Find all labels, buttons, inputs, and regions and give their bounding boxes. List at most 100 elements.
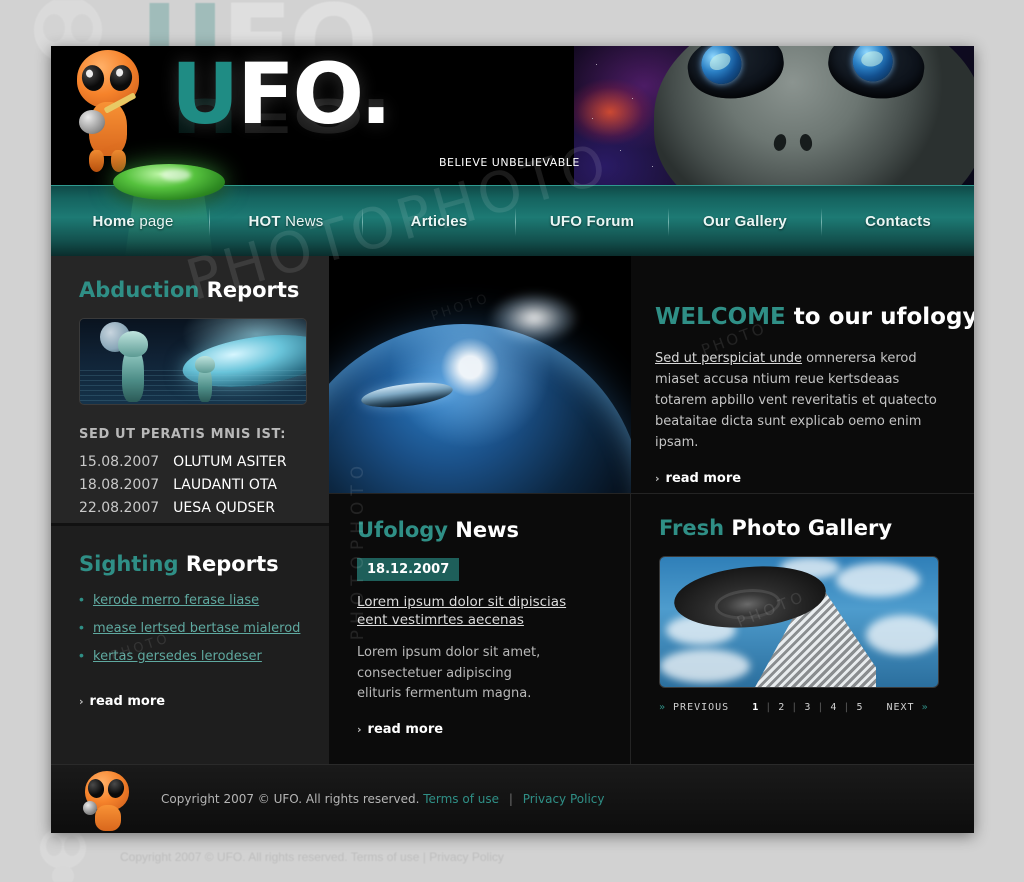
footer-text: Copyright 2007 © UFO. All rights reserve… xyxy=(161,792,604,806)
welcome-inline-link[interactable]: Sed ut perspiciat unde xyxy=(655,351,802,366)
nav-label-bold: Articles xyxy=(410,213,468,230)
next-arrow-icon: » xyxy=(921,702,929,713)
alien-eye-right xyxy=(824,46,928,105)
news-date-badge: 18.12.2007 xyxy=(357,558,460,581)
ghost-footer-text: Copyright 2007 © UFO. All rights reserve… xyxy=(120,850,504,864)
gallery-photo[interactable] xyxy=(659,556,939,688)
alien-mascot-icon xyxy=(69,50,155,175)
left-sidebar: Abduction Reports SED UT PERATIS MNIS IS… xyxy=(51,256,329,764)
entry-title: OLUTUM ASITER xyxy=(173,454,287,470)
nav-item-contacts[interactable]: Contacts xyxy=(865,213,931,230)
sighting-read-more-link[interactable]: › read more xyxy=(79,694,165,709)
copyright-text: Copyright 2007 © UFO. All rights reserve… xyxy=(161,792,420,806)
ufology-news-panel: Ufology News 18.12.2007 Lorem ipsum dolo… xyxy=(329,494,631,764)
page-separator: | xyxy=(791,702,799,713)
abduction-list-caption: SED UT PERATIS MNIS IST: xyxy=(79,427,287,442)
nav-label-bold: Home xyxy=(92,213,135,230)
sighting-links-list: kerode merro ferase liase mease lertsed … xyxy=(79,591,305,664)
title-accent-part: WELCOME xyxy=(655,304,786,330)
nav-item-home-page[interactable]: Home page xyxy=(92,213,173,230)
title-accent-part: Fresh xyxy=(659,516,725,540)
logo-dot: . xyxy=(360,46,392,143)
read-more-label: read more xyxy=(367,721,444,737)
welcome-text-block: WELCOME to our ufology site! Sed ut pers… xyxy=(631,256,974,493)
previous-arrow-icon: » xyxy=(659,702,667,713)
title-rest-part: News xyxy=(447,518,519,542)
read-more-label: read more xyxy=(89,694,166,709)
nav-item-articles[interactable]: Articles xyxy=(411,213,468,230)
sighting-reports-title: Sighting Reports xyxy=(79,552,305,576)
chevron-right-icon: › xyxy=(79,695,84,708)
page-separator: | xyxy=(843,702,851,713)
entry-date: 18.08.2007 xyxy=(79,477,160,493)
nav-label-light: page xyxy=(134,213,174,230)
list-item: mease lertsed bertase mialerod xyxy=(79,619,305,636)
page-number-5[interactable]: 5 xyxy=(856,702,863,713)
page-separator: | xyxy=(765,702,773,713)
page-number-4[interactable]: 4 xyxy=(830,702,837,713)
nav-label-bold: Contacts xyxy=(865,213,931,230)
welcome-title: WELCOME to our ufology site! xyxy=(655,304,974,330)
list-item[interactable]: 15.08.2007 OLUTUM ASITER xyxy=(79,454,305,470)
alien-face-image xyxy=(644,46,974,185)
alien-eye-left xyxy=(684,46,788,105)
title-rest-part: to our ufology site! xyxy=(793,304,974,330)
title-accent-part: Ufology xyxy=(357,518,448,542)
previous-button[interactable]: PREVIOUS xyxy=(673,702,729,713)
nav-label-light: News xyxy=(280,213,324,230)
abduction-image[interactable] xyxy=(79,318,307,405)
news-body-text: Lorem ipsum dolor sit amet, consectetuer… xyxy=(357,645,541,701)
title-rest-part: Reports xyxy=(178,552,279,576)
lower-sections: Ufology News 18.12.2007 Lorem ipsum dolo… xyxy=(329,494,974,764)
ufology-news-title: Ufology News xyxy=(357,518,608,542)
abduction-reports-panel: Abduction Reports SED UT PERATIS MNIS IS… xyxy=(51,256,329,523)
page-separator: | xyxy=(817,702,825,713)
site-container: UFO. UFO. BELIEVE UNBELIEVABLE Home page… xyxy=(51,46,974,833)
page-number-list: 1 | 2 | 3 | 4 | 5 xyxy=(752,702,863,713)
welcome-section: WELCOME to our ufology site! Sed ut pers… xyxy=(329,256,974,494)
earth-reflection-icon xyxy=(698,46,745,87)
list-item: kerode merro ferase liase xyxy=(79,591,305,608)
terms-of-use-link[interactable]: Terms of use xyxy=(423,792,499,806)
page-content: Abduction Reports SED UT PERATIS MNIS IS… xyxy=(51,256,974,764)
main-column: WELCOME to our ufology site! Sed ut pers… xyxy=(329,256,974,764)
privacy-policy-link[interactable]: Privacy Policy xyxy=(523,792,605,806)
earth-reflection-icon xyxy=(850,46,896,85)
photo-gallery-title: Fresh Photo Gallery xyxy=(659,516,974,540)
ghost-footer-alien-icon xyxy=(28,826,98,882)
gallery-pagination: » PREVIOUS 1 | 2 | 3 | 4 | 5 NEXT » xyxy=(659,702,974,713)
site-header: UFO. UFO. BELIEVE UNBELIEVABLE xyxy=(51,46,974,185)
nav-item-our-gallery[interactable]: Our Gallery xyxy=(703,213,787,230)
footer-alien-mascot-icon xyxy=(75,767,141,831)
main-navigation: Home page HOT News Articles UFO Forum Ou… xyxy=(51,186,974,257)
sun-glow xyxy=(489,292,579,344)
sighting-link[interactable]: kerode merro ferase liase xyxy=(93,593,259,608)
welcome-read-more-link[interactable]: › read more xyxy=(655,471,741,486)
page-number-3[interactable]: 3 xyxy=(804,702,811,713)
site-logo[interactable]: UFO. xyxy=(171,52,392,136)
photo-gallery-panel: Fresh Photo Gallery » PREVIOUS 1 | 2 | 3… xyxy=(631,494,974,764)
news-read-more-link[interactable]: › read more xyxy=(357,722,443,737)
title-rest-part: Reports xyxy=(199,278,300,302)
abduction-date-list: 15.08.2007 OLUTUM ASITER 18.08.2007 LAUD… xyxy=(79,454,305,516)
page-number-2[interactable]: 2 xyxy=(778,702,785,713)
list-item[interactable]: 18.08.2007 LAUDANTI OTA xyxy=(79,477,305,493)
sighting-link[interactable]: kertas gersedes lerodeser xyxy=(93,649,262,664)
nav-item-ufo-forum[interactable]: UFO Forum xyxy=(550,213,634,230)
site-footer: Copyright 2007 © UFO. All rights reserve… xyxy=(51,764,974,833)
entry-date: 22.08.2007 xyxy=(79,500,160,516)
nav-label-bold: UFO Forum xyxy=(549,213,635,230)
entry-date: 15.08.2007 xyxy=(79,454,160,470)
sighting-link[interactable]: mease lertsed bertase mialerod xyxy=(93,621,300,636)
entry-title: UESA QUDSER xyxy=(173,500,275,516)
nav-item-hot-news[interactable]: HOT News xyxy=(249,213,324,230)
next-button[interactable]: NEXT xyxy=(886,702,914,713)
page-number-1[interactable]: 1 xyxy=(752,702,759,713)
abduction-reports-title: Abduction Reports xyxy=(79,278,305,302)
entry-title: LAUDANTI OTA xyxy=(173,477,277,493)
welcome-paragraph: Sed ut perspiciat unde omnerersa kerod m… xyxy=(655,348,955,453)
news-headline-link[interactable]: Lorem ipsum dolor sit dipiscias eent ves… xyxy=(357,593,567,629)
list-item[interactable]: 22.08.2007 UESA QUDSER xyxy=(79,500,305,516)
sighting-reports-panel: Sighting Reports kerode merro ferase lia… xyxy=(51,523,329,764)
nav-label-bold: Our Gallery xyxy=(703,213,787,230)
